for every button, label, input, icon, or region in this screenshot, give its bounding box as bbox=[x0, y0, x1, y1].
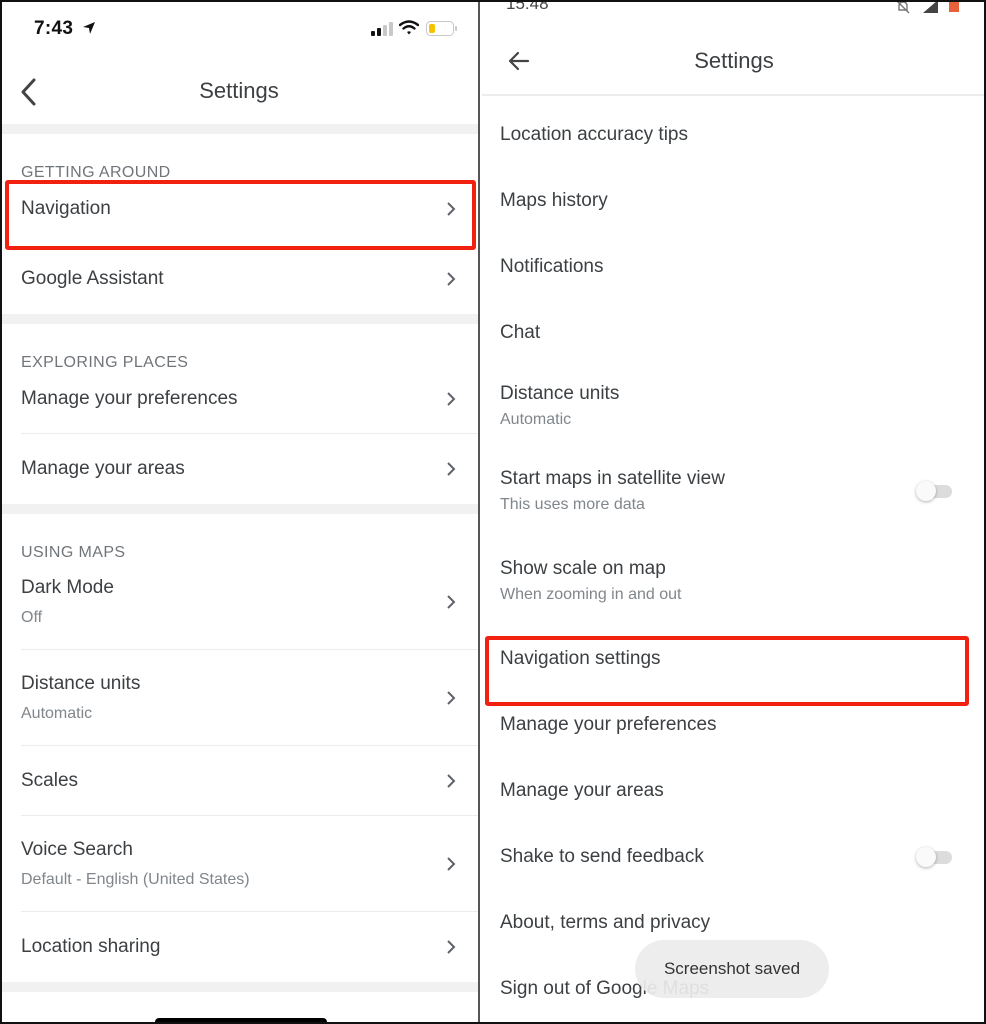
ios-item-navigation[interactable]: Navigation bbox=[0, 174, 478, 244]
shake-feedback-toggle[interactable] bbox=[916, 847, 952, 867]
and-item-show-scale[interactable]: Show scale on map When zooming in and ou… bbox=[482, 536, 986, 626]
ios-item-voice-search[interactable]: Voice Search Default - English (United S… bbox=[0, 816, 478, 912]
item-label: Distance units bbox=[21, 673, 141, 694]
item-label: Dark Mode bbox=[21, 577, 114, 598]
ios-item-manage-preferences[interactable]: Manage your preferences bbox=[0, 364, 478, 434]
notifications-off-icon bbox=[896, 0, 910, 14]
ios-item-scales[interactable]: Scales bbox=[0, 746, 478, 816]
item-label: Location accuracy tips bbox=[500, 124, 688, 145]
item-label: Manage your preferences bbox=[21, 388, 238, 409]
android-app-bar: Settings bbox=[482, 30, 986, 96]
item-label: Manage your preferences bbox=[500, 714, 717, 735]
item-label: Manage your areas bbox=[21, 458, 185, 479]
cellular-signal-icon bbox=[371, 22, 393, 36]
location-arrow-icon bbox=[83, 22, 95, 34]
item-label: Voice Search bbox=[21, 839, 133, 860]
home-indicator bbox=[155, 1018, 327, 1024]
item-sublabel: Off bbox=[21, 609, 43, 626]
item-label: Show scale on map bbox=[500, 558, 666, 579]
chevron-right-icon bbox=[447, 774, 456, 788]
and-item-distance-units[interactable]: Distance units Automatic bbox=[482, 366, 986, 446]
chevron-right-icon bbox=[447, 595, 456, 609]
status-time: 15:48 bbox=[506, 0, 549, 13]
item-label: Navigation settings bbox=[500, 648, 661, 669]
section-header-exploring-places: EXPLORING PLACES bbox=[21, 354, 189, 371]
chevron-right-icon bbox=[447, 691, 456, 705]
and-item-satellite-view[interactable]: Start maps in satellite view This uses m… bbox=[482, 446, 986, 536]
section-header-using-maps: USING MAPS bbox=[21, 544, 126, 561]
item-label: Chat bbox=[500, 322, 541, 343]
chevron-right-icon bbox=[447, 392, 456, 406]
page-title: Settings bbox=[199, 78, 279, 103]
and-item-notifications[interactable]: Notifications bbox=[482, 234, 986, 300]
section-divider bbox=[0, 504, 478, 514]
and-item-navigation-settings[interactable]: Navigation settings bbox=[482, 626, 986, 692]
toggle-thumb bbox=[916, 847, 936, 867]
and-item-location-accuracy-tips[interactable]: Location accuracy tips bbox=[482, 102, 986, 168]
toast-message: Screenshot saved bbox=[635, 940, 829, 998]
item-label: About, terms and privacy bbox=[500, 912, 711, 933]
battery-icon bbox=[949, 0, 959, 12]
android-settings-panel: 15:48 Settings Location accuracy tips Ma… bbox=[482, 0, 986, 1024]
ios-item-google-assistant[interactable]: Google Assistant bbox=[0, 244, 478, 314]
item-sublabel: This uses more data bbox=[500, 496, 645, 513]
item-sublabel: Default - English (United States) bbox=[21, 871, 250, 888]
and-item-maps-history[interactable]: Maps history bbox=[482, 168, 986, 234]
item-label: Start maps in satellite view bbox=[500, 468, 725, 489]
ios-status-bar: 7:43 bbox=[0, 0, 478, 60]
battery-low-icon bbox=[426, 21, 457, 36]
chevron-right-icon bbox=[447, 202, 456, 216]
item-label: Google Assistant bbox=[21, 268, 164, 289]
item-label: Maps history bbox=[500, 190, 608, 211]
ios-settings-panel: 7:43 Settings GETTING AROUND Navigation bbox=[0, 0, 480, 1024]
wifi-icon bbox=[399, 20, 419, 35]
chevron-right-icon bbox=[447, 940, 456, 954]
and-item-manage-preferences[interactable]: Manage your preferences bbox=[482, 692, 986, 758]
item-label: Scales bbox=[21, 770, 79, 791]
item-label: Location sharing bbox=[21, 936, 161, 957]
ios-settings-list: GETTING AROUND Navigation Google Assista… bbox=[0, 124, 478, 992]
status-time: 7:43 bbox=[34, 18, 74, 39]
item-label: Distance units bbox=[500, 383, 620, 404]
ios-nav-bar: Settings bbox=[0, 60, 478, 124]
item-label: Navigation bbox=[21, 198, 111, 219]
ios-item-location-sharing[interactable]: Location sharing bbox=[0, 912, 478, 982]
item-sublabel: Automatic bbox=[21, 705, 93, 722]
satellite-view-toggle[interactable] bbox=[916, 481, 952, 501]
chevron-right-icon bbox=[447, 462, 456, 476]
and-item-shake-feedback[interactable]: Shake to send feedback bbox=[482, 824, 986, 890]
cellular-signal-icon bbox=[923, 0, 938, 13]
and-item-manage-areas[interactable]: Manage your areas bbox=[482, 758, 986, 824]
section-divider bbox=[0, 124, 478, 134]
chevron-right-icon bbox=[447, 857, 456, 871]
page-title: Settings bbox=[694, 48, 774, 73]
toggle-thumb bbox=[916, 481, 936, 501]
section-header-getting-around: GETTING AROUND bbox=[21, 164, 171, 181]
section-divider bbox=[0, 314, 478, 324]
chevron-right-icon bbox=[447, 272, 456, 286]
ios-item-distance-units[interactable]: Distance units Automatic bbox=[0, 650, 478, 746]
item-label: Shake to send feedback bbox=[500, 846, 704, 867]
android-status-bar: 15:48 bbox=[482, 0, 986, 22]
section-divider bbox=[0, 982, 478, 992]
item-sublabel: Automatic bbox=[500, 411, 572, 428]
ios-item-manage-areas[interactable]: Manage your areas bbox=[0, 434, 478, 504]
item-label: Manage your areas bbox=[500, 780, 664, 801]
item-sublabel: When zooming in and out bbox=[500, 586, 682, 603]
and-item-chat[interactable]: Chat bbox=[482, 300, 986, 366]
ios-item-dark-mode[interactable]: Dark Mode Off bbox=[0, 554, 478, 650]
android-settings-list: Location accuracy tips Maps history Noti… bbox=[482, 102, 986, 1022]
item-label: Notifications bbox=[500, 256, 604, 277]
